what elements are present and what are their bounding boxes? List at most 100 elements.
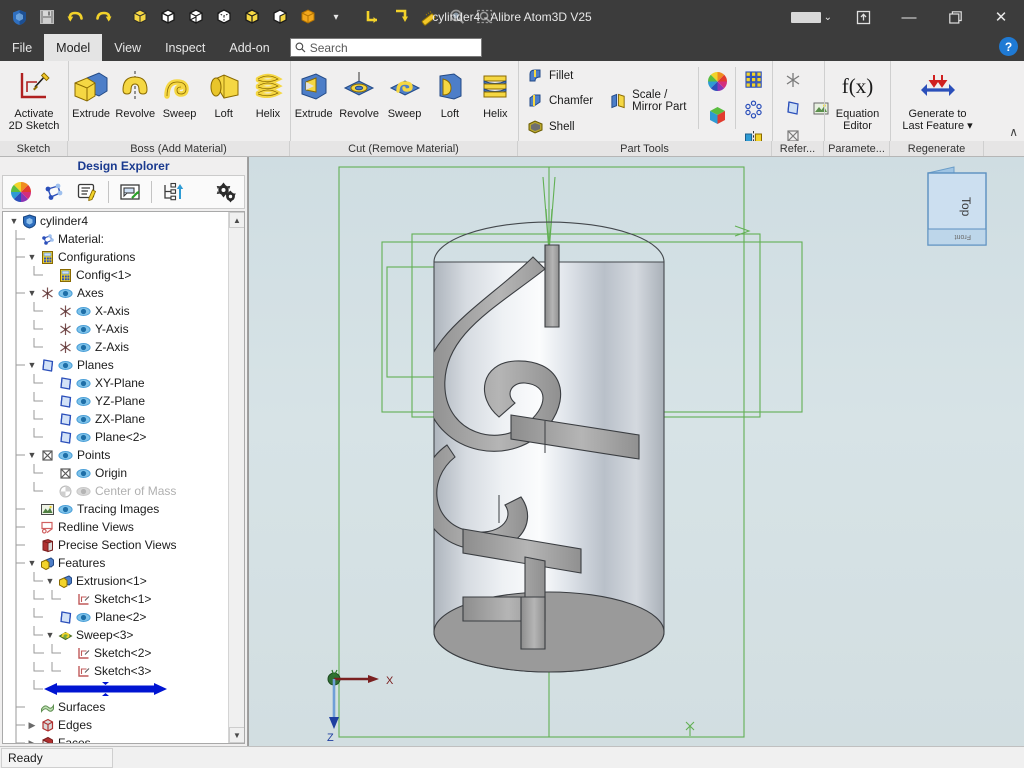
shaded-icon[interactable] bbox=[127, 4, 153, 30]
zoom-icon[interactable] bbox=[444, 4, 470, 30]
tree-item-material[interactable]: Material: bbox=[3, 230, 228, 248]
menu-item-addon[interactable]: Add-on bbox=[217, 34, 281, 61]
tree-item-sweep3[interactable]: ▼ Sweep<3> bbox=[3, 626, 228, 644]
cut-loft-button[interactable]: Loft bbox=[427, 61, 472, 139]
tree-item-sketch2[interactable]: Sketch<2> bbox=[3, 644, 228, 662]
tree-item-redline-views[interactable]: Redline Views bbox=[3, 518, 228, 536]
realistic-icon[interactable] bbox=[267, 4, 293, 30]
tree-item-edges[interactable]: ▶ Edges bbox=[3, 716, 228, 734]
wireframe-icon[interactable] bbox=[183, 4, 209, 30]
visibility-eye-icon[interactable] bbox=[75, 302, 91, 320]
tree-item-tracing-images[interactable]: Tracing Images bbox=[3, 500, 228, 518]
tree-item-y-axis[interactable]: Y-Axis bbox=[3, 320, 228, 338]
hlr-icon[interactable] bbox=[239, 4, 265, 30]
reference-plane-icon[interactable] bbox=[781, 96, 805, 120]
collapse-ribbon-button[interactable]: ∧ bbox=[1009, 125, 1018, 139]
boss-sweep-button[interactable]: Sweep bbox=[157, 61, 201, 139]
view-cube[interactable]: Top Front bbox=[927, 166, 987, 246]
tree-item-cylinder4[interactable]: ▼ cylinder4 bbox=[3, 212, 228, 230]
license-indicator[interactable]: ⌄ bbox=[790, 11, 832, 23]
equation-editor-button[interactable]: f(x) Equation Editor bbox=[825, 61, 890, 139]
boss-loft-button[interactable]: Loft bbox=[202, 61, 246, 139]
tree-twisty-down-icon[interactable]: ▼ bbox=[25, 446, 39, 464]
visibility-eye-icon[interactable] bbox=[75, 464, 91, 482]
tree-item-configurations[interactable]: ▼ Configurations bbox=[3, 248, 228, 266]
undo-icon[interactable] bbox=[62, 4, 88, 30]
activate-2d-sketch-button[interactable]: Activate 2D Sketch bbox=[0, 61, 68, 139]
tree-item-planes[interactable]: ▼ Planes bbox=[3, 356, 228, 374]
maximize-button[interactable] bbox=[932, 0, 978, 34]
scroll-thumb[interactable] bbox=[230, 229, 243, 629]
display-mode-icon[interactable] bbox=[295, 4, 321, 30]
menu-item-model[interactable]: Model bbox=[44, 34, 103, 61]
rollback-bar-icon[interactable] bbox=[43, 682, 168, 696]
tree-twisty-down-icon[interactable]: ▼ bbox=[43, 572, 57, 590]
chamfer-button[interactable]: Chamfer Scale / Mirror Part bbox=[527, 89, 692, 113]
circular-pattern-icon[interactable] bbox=[742, 97, 766, 121]
tree-twisty-down-icon[interactable]: ▼ bbox=[25, 284, 39, 302]
close-button[interactable]: ✕ bbox=[978, 0, 1024, 34]
iso-view-icon[interactable] bbox=[388, 4, 414, 30]
color-wheel-icon[interactable] bbox=[9, 180, 33, 204]
tree-item-config1[interactable]: Config<1> bbox=[3, 266, 228, 284]
visibility-eye-icon[interactable] bbox=[75, 338, 91, 356]
gear-settings-icon[interactable] bbox=[214, 180, 238, 204]
save-icon[interactable] bbox=[34, 4, 60, 30]
visibility-eye-icon[interactable] bbox=[57, 284, 73, 302]
tree-item-zx-plane[interactable]: ZX-Plane bbox=[3, 410, 228, 428]
cut-sweep-button[interactable]: Sweep bbox=[382, 61, 427, 139]
material-cube-icon[interactable] bbox=[705, 103, 729, 127]
tree-item-faces[interactable]: ▶ Faces bbox=[3, 734, 228, 743]
search-input[interactable]: Search bbox=[289, 38, 482, 57]
tree-twisty-right-icon[interactable]: ▶ bbox=[25, 734, 39, 744]
license-chevron-icon[interactable]: ⌄ bbox=[824, 12, 832, 23]
visibility-eye-icon[interactable] bbox=[75, 392, 91, 410]
cut-revolve-button[interactable]: Revolve bbox=[336, 61, 381, 139]
cut-extrude-button[interactable]: Extrude bbox=[291, 61, 336, 139]
visibility-eye-icon[interactable] bbox=[75, 608, 91, 626]
tree-item-center-of-mass[interactable]: Center of Mass bbox=[3, 482, 228, 500]
rollback-bar[interactable] bbox=[3, 680, 228, 698]
tree-twisty-down-icon[interactable]: ▼ bbox=[25, 554, 39, 572]
menu-item-file[interactable]: File bbox=[0, 34, 44, 61]
front-view-icon[interactable] bbox=[360, 4, 386, 30]
tree-item-x-axis[interactable]: X-Axis bbox=[3, 302, 228, 320]
redo-icon[interactable] bbox=[90, 4, 116, 30]
visibility-eye-icon[interactable] bbox=[75, 410, 91, 428]
tree-item-sketch3[interactable]: Sketch<3> bbox=[3, 662, 228, 680]
visibility-eye-icon[interactable] bbox=[75, 320, 91, 338]
tree-twisty-down-icon[interactable]: ▼ bbox=[43, 626, 57, 644]
visibility-eye-icon[interactable] bbox=[57, 446, 73, 464]
visibility-eye-icon[interactable] bbox=[57, 356, 73, 374]
display-chevron-icon[interactable]: ▾ bbox=[323, 4, 349, 30]
pin-ribbon-button[interactable] bbox=[840, 0, 886, 34]
tree-item-precise-section-views[interactable]: Precise Section Views bbox=[3, 536, 228, 554]
shaded-edges-icon[interactable] bbox=[155, 4, 181, 30]
minimize-button[interactable]: — bbox=[886, 0, 932, 34]
visibility-eye-icon[interactable] bbox=[75, 374, 91, 392]
tree-item-yz-plane[interactable]: YZ-Plane bbox=[3, 392, 228, 410]
tree-scrollbar[interactable]: ▲ ▼ bbox=[228, 212, 244, 743]
shell-button[interactable]: Shell bbox=[527, 118, 692, 135]
scroll-up-button[interactable]: ▲ bbox=[229, 212, 244, 228]
app-logo-icon[interactable] bbox=[6, 4, 32, 30]
tree-twisty-down-icon[interactable]: ▼ bbox=[7, 212, 21, 230]
menu-item-view[interactable]: View bbox=[102, 34, 153, 61]
rectangular-pattern-icon[interactable] bbox=[742, 67, 766, 91]
tree-item-features[interactable]: ▼ Features bbox=[3, 554, 228, 572]
tree-item-plane2[interactable]: Plane<2> bbox=[3, 428, 228, 446]
tree-item-xy-plane[interactable]: XY-Plane bbox=[3, 374, 228, 392]
visibility-eye-icon[interactable] bbox=[75, 428, 91, 446]
tree-item-axes[interactable]: ▼ Axes bbox=[3, 284, 228, 302]
hidden-lines-icon[interactable] bbox=[211, 4, 237, 30]
tree-item-z-axis[interactable]: Z-Axis bbox=[3, 338, 228, 356]
expand-tree-icon[interactable] bbox=[161, 180, 185, 204]
tree-item-sketch1[interactable]: Sketch<1> bbox=[3, 590, 228, 608]
zoom-window-icon[interactable] bbox=[472, 4, 498, 30]
tree-item-surfaces[interactable]: Surfaces bbox=[3, 698, 228, 716]
tree-item-plane2[interactable]: Plane<2> bbox=[3, 608, 228, 626]
help-button[interactable]: ? bbox=[999, 37, 1018, 56]
tree-item-points[interactable]: ▼ Points bbox=[3, 446, 228, 464]
boss-revolve-button[interactable]: Revolve bbox=[113, 61, 157, 139]
color-wheel-icon[interactable] bbox=[705, 69, 729, 93]
